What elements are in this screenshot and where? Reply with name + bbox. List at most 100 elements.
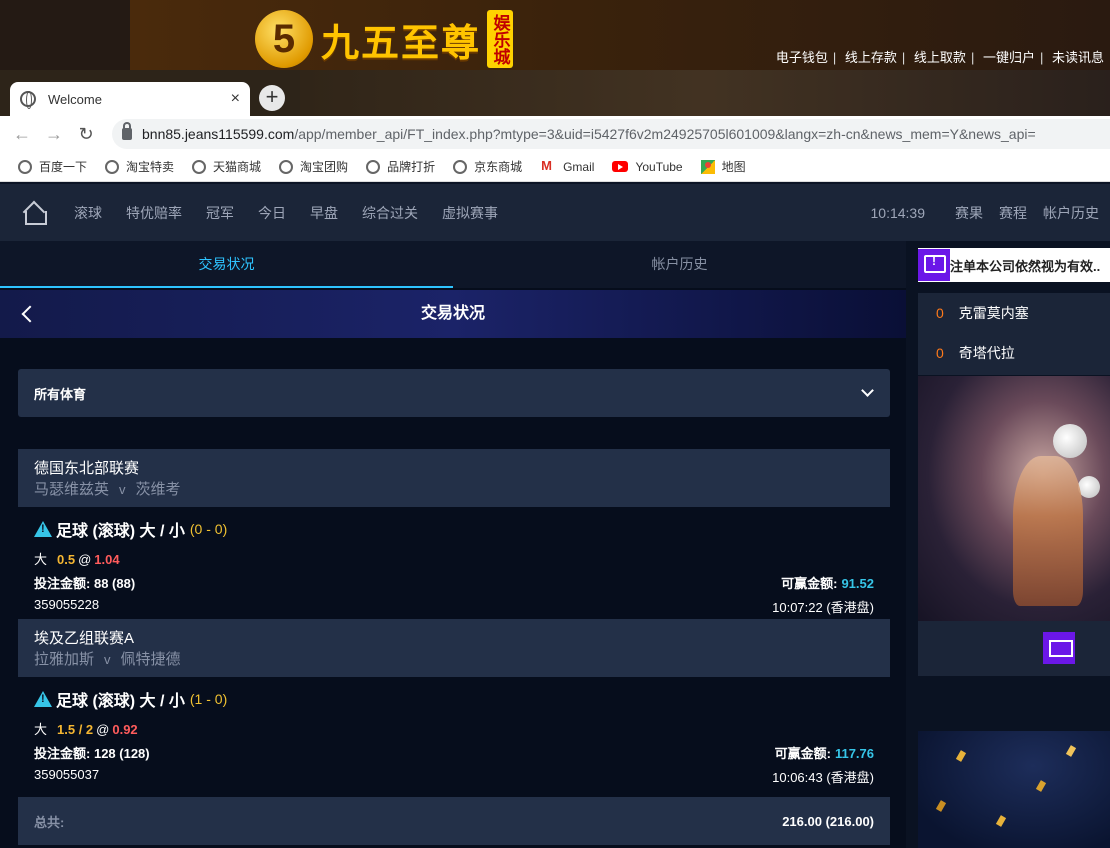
nav-account-history[interactable]: 帐户历史 [1043, 203, 1099, 223]
tab-close-icon[interactable]: × [231, 90, 240, 108]
handicap: 1.5 / 2 [57, 722, 94, 737]
top-link-withdraw[interactable]: 线上取款 [914, 50, 966, 65]
globe-icon [20, 91, 36, 109]
bet-card: 埃及乙组联赛A 拉雅加斯v佩特捷德 足球 (滚球) 大 / 小 (1 - 0) … [18, 619, 890, 789]
side-list-item[interactable]: 0 奇塔代拉 [918, 333, 1110, 373]
lock-icon[interactable] [122, 122, 132, 140]
market-name: 足球 (滚球) 大 / 小 [56, 523, 185, 540]
globe-icon [279, 159, 294, 174]
back-icon[interactable]: ← [12, 124, 32, 145]
bookmark-tmall[interactable]: 天猫商城 [192, 158, 261, 175]
ball-icon [1053, 424, 1087, 458]
new-tab-button[interactable]: + [259, 85, 285, 111]
nav-inplay[interactable]: 滚球 [74, 203, 102, 223]
banner-left-strip [0, 0, 130, 70]
match-teams: 拉雅加斯 v 佩特捷德 [34, 651, 181, 668]
site-banner: 5 九五至尊 娱乐城 电子钱包 | 线上存款 | 线上取款 | 一键归户 | 未读讯息 [0, 0, 1110, 70]
main-nav: 滚球 特优赔率 冠军 今日 早盘 综合过关 虚拟赛事 10:14:39 赛果 赛… [0, 184, 1110, 241]
bet-selection: 大 0.5 @1.04 [34, 552, 120, 567]
top-link-wallet[interactable]: 电子钱包 [776, 50, 828, 65]
stake: 投注金额: 88 (88) [34, 576, 136, 591]
bookmark-maps[interactable]: 地图 [700, 158, 746, 175]
bet-details: 足球 (滚球) 大 / 小 (1 - 0) 大1.5 / 2@0.92 投注金额… [18, 677, 890, 789]
url-path: /app/member_api/FT_index.php?mtype=3&uid… [294, 126, 1036, 142]
live-tv-bar [918, 621, 1110, 676]
browser-tab[interactable]: Welcome × [10, 82, 250, 116]
match-teams: 马瑟维兹英 v 茨维考 [34, 481, 181, 498]
top-link-messages[interactable]: 未读讯息 [1052, 50, 1104, 65]
bookmark-brand-discount[interactable]: 品牌打折 [366, 158, 435, 175]
url-host: bnn85.jeans115599.com [142, 126, 295, 142]
url-field[interactable]: bnn85.jeans115599.com/app/member_api/FT_… [112, 119, 1110, 149]
gmail-icon [540, 158, 556, 173]
away-team: 佩特捷德 [120, 651, 181, 668]
globe-icon [453, 159, 468, 174]
home-team: 拉雅加斯 [34, 651, 95, 668]
nav-results[interactable]: 赛果 [955, 203, 983, 223]
bookmarks-bar: 百度一下 淘宝特卖 天猫商城 淘宝团购 品牌打折 京东商城 Gmail YouT… [0, 152, 1110, 182]
bet-time: 10:06:43 (香港盘) [772, 770, 874, 785]
main-panel: 交易状况 帐户历史 交易状况 所有体育 德国东北部联赛 马瑟维兹英v茨维考 足球… [0, 241, 906, 848]
promo-banner-2[interactable] [918, 731, 1110, 848]
side-list: 0 克雷莫内塞 0 奇塔代拉 [918, 293, 1110, 375]
handicap: 0.5 [57, 552, 76, 567]
potential-win: 可赢金额: 91.52 [781, 576, 874, 591]
warning-icon [34, 691, 52, 707]
globe-icon [366, 159, 381, 174]
potential-win: 可赢金额: 117.76 [774, 746, 874, 761]
total-label: 总共: [34, 814, 65, 830]
reload-icon[interactable]: ↻ [76, 124, 96, 145]
market-title: 足球 (滚球) 大 / 小 (1 - 0) [34, 687, 227, 711]
ticket-id: 359055228 [34, 597, 100, 612]
tv-icon[interactable] [1043, 632, 1075, 664]
odds: 0.92 [112, 722, 138, 737]
tab-title: Welcome [48, 91, 102, 107]
logo-emblem-icon: 5 [255, 10, 313, 68]
nav-schedule[interactable]: 赛程 [999, 203, 1027, 223]
tab-transactions[interactable]: 交易状况 [0, 241, 453, 288]
promo-banner[interactable] [918, 376, 1110, 621]
nav-special-odds[interactable]: 特优赔率 [126, 203, 182, 223]
ticket-id: 359055037 [34, 767, 100, 782]
market-title: 足球 (滚球) 大 / 小 (0 - 0) [34, 517, 227, 541]
odds: 1.04 [94, 552, 120, 567]
nav-outright[interactable]: 冠军 [206, 203, 234, 223]
globe-icon [192, 159, 207, 174]
nav-early[interactable]: 早盘 [310, 203, 338, 223]
away-team: 茨维考 [135, 481, 181, 498]
player-image [1013, 456, 1083, 606]
bookmark-jd[interactable]: 京东商城 [453, 158, 522, 175]
home-team: 马瑟维兹英 [34, 481, 110, 498]
announcement-marquee[interactable]: 注单本公司依然视为有效.. [918, 248, 1110, 282]
top-link-deposit[interactable]: 线上存款 [845, 50, 897, 65]
bookmark-youtube[interactable]: YouTube [612, 160, 683, 174]
home-icon[interactable] [22, 202, 47, 225]
bookmark-gmail[interactable]: Gmail [540, 158, 594, 174]
address-bar: ← → ↻ bnn85.jeans115599.com/app/member_a… [0, 116, 1110, 152]
youtube-icon [612, 161, 629, 172]
nav-virtual[interactable]: 虚拟赛事 [442, 203, 498, 223]
bookmark-taobao-group[interactable]: 淘宝团购 [279, 158, 348, 175]
bookmark-baidu[interactable]: 百度一下 [18, 158, 87, 175]
side-list-item[interactable]: 0 克雷莫内塞 [918, 293, 1110, 333]
match-score: (1 - 0) [189, 691, 228, 707]
tab-account-history[interactable]: 帐户历史 [453, 241, 906, 288]
site-logo[interactable]: 5 九五至尊 娱乐城 [255, 10, 514, 68]
nav-today[interactable]: 今日 [258, 203, 286, 223]
globe-icon [18, 159, 32, 174]
page-header: 交易状况 [0, 290, 906, 338]
top-link-consolidate[interactable]: 一键归户 [983, 50, 1035, 65]
clock: 10:14:39 [870, 204, 926, 221]
message-icon[interactable] [918, 249, 950, 281]
market-name: 足球 (滚球) 大 / 小 [56, 693, 185, 710]
nav-parlay[interactable]: 综合过关 [362, 203, 418, 223]
bookmark-taobao-sale[interactable]: 淘宝特卖 [105, 158, 174, 175]
bet-details: 足球 (滚球) 大 / 小 (0 - 0) 大0.5@1.04 投注金额: 88… [18, 507, 890, 619]
total-value: 216.00 (216.00) [782, 813, 874, 829]
league-name: 德国东北部联赛 [34, 460, 140, 477]
globe-icon [105, 159, 120, 174]
sport-filter-select[interactable]: 所有体育 [18, 369, 890, 417]
league-name: 埃及乙组联赛A [34, 630, 135, 647]
page-title: 交易状况 [420, 305, 485, 322]
forward-icon[interactable]: → [44, 124, 64, 145]
